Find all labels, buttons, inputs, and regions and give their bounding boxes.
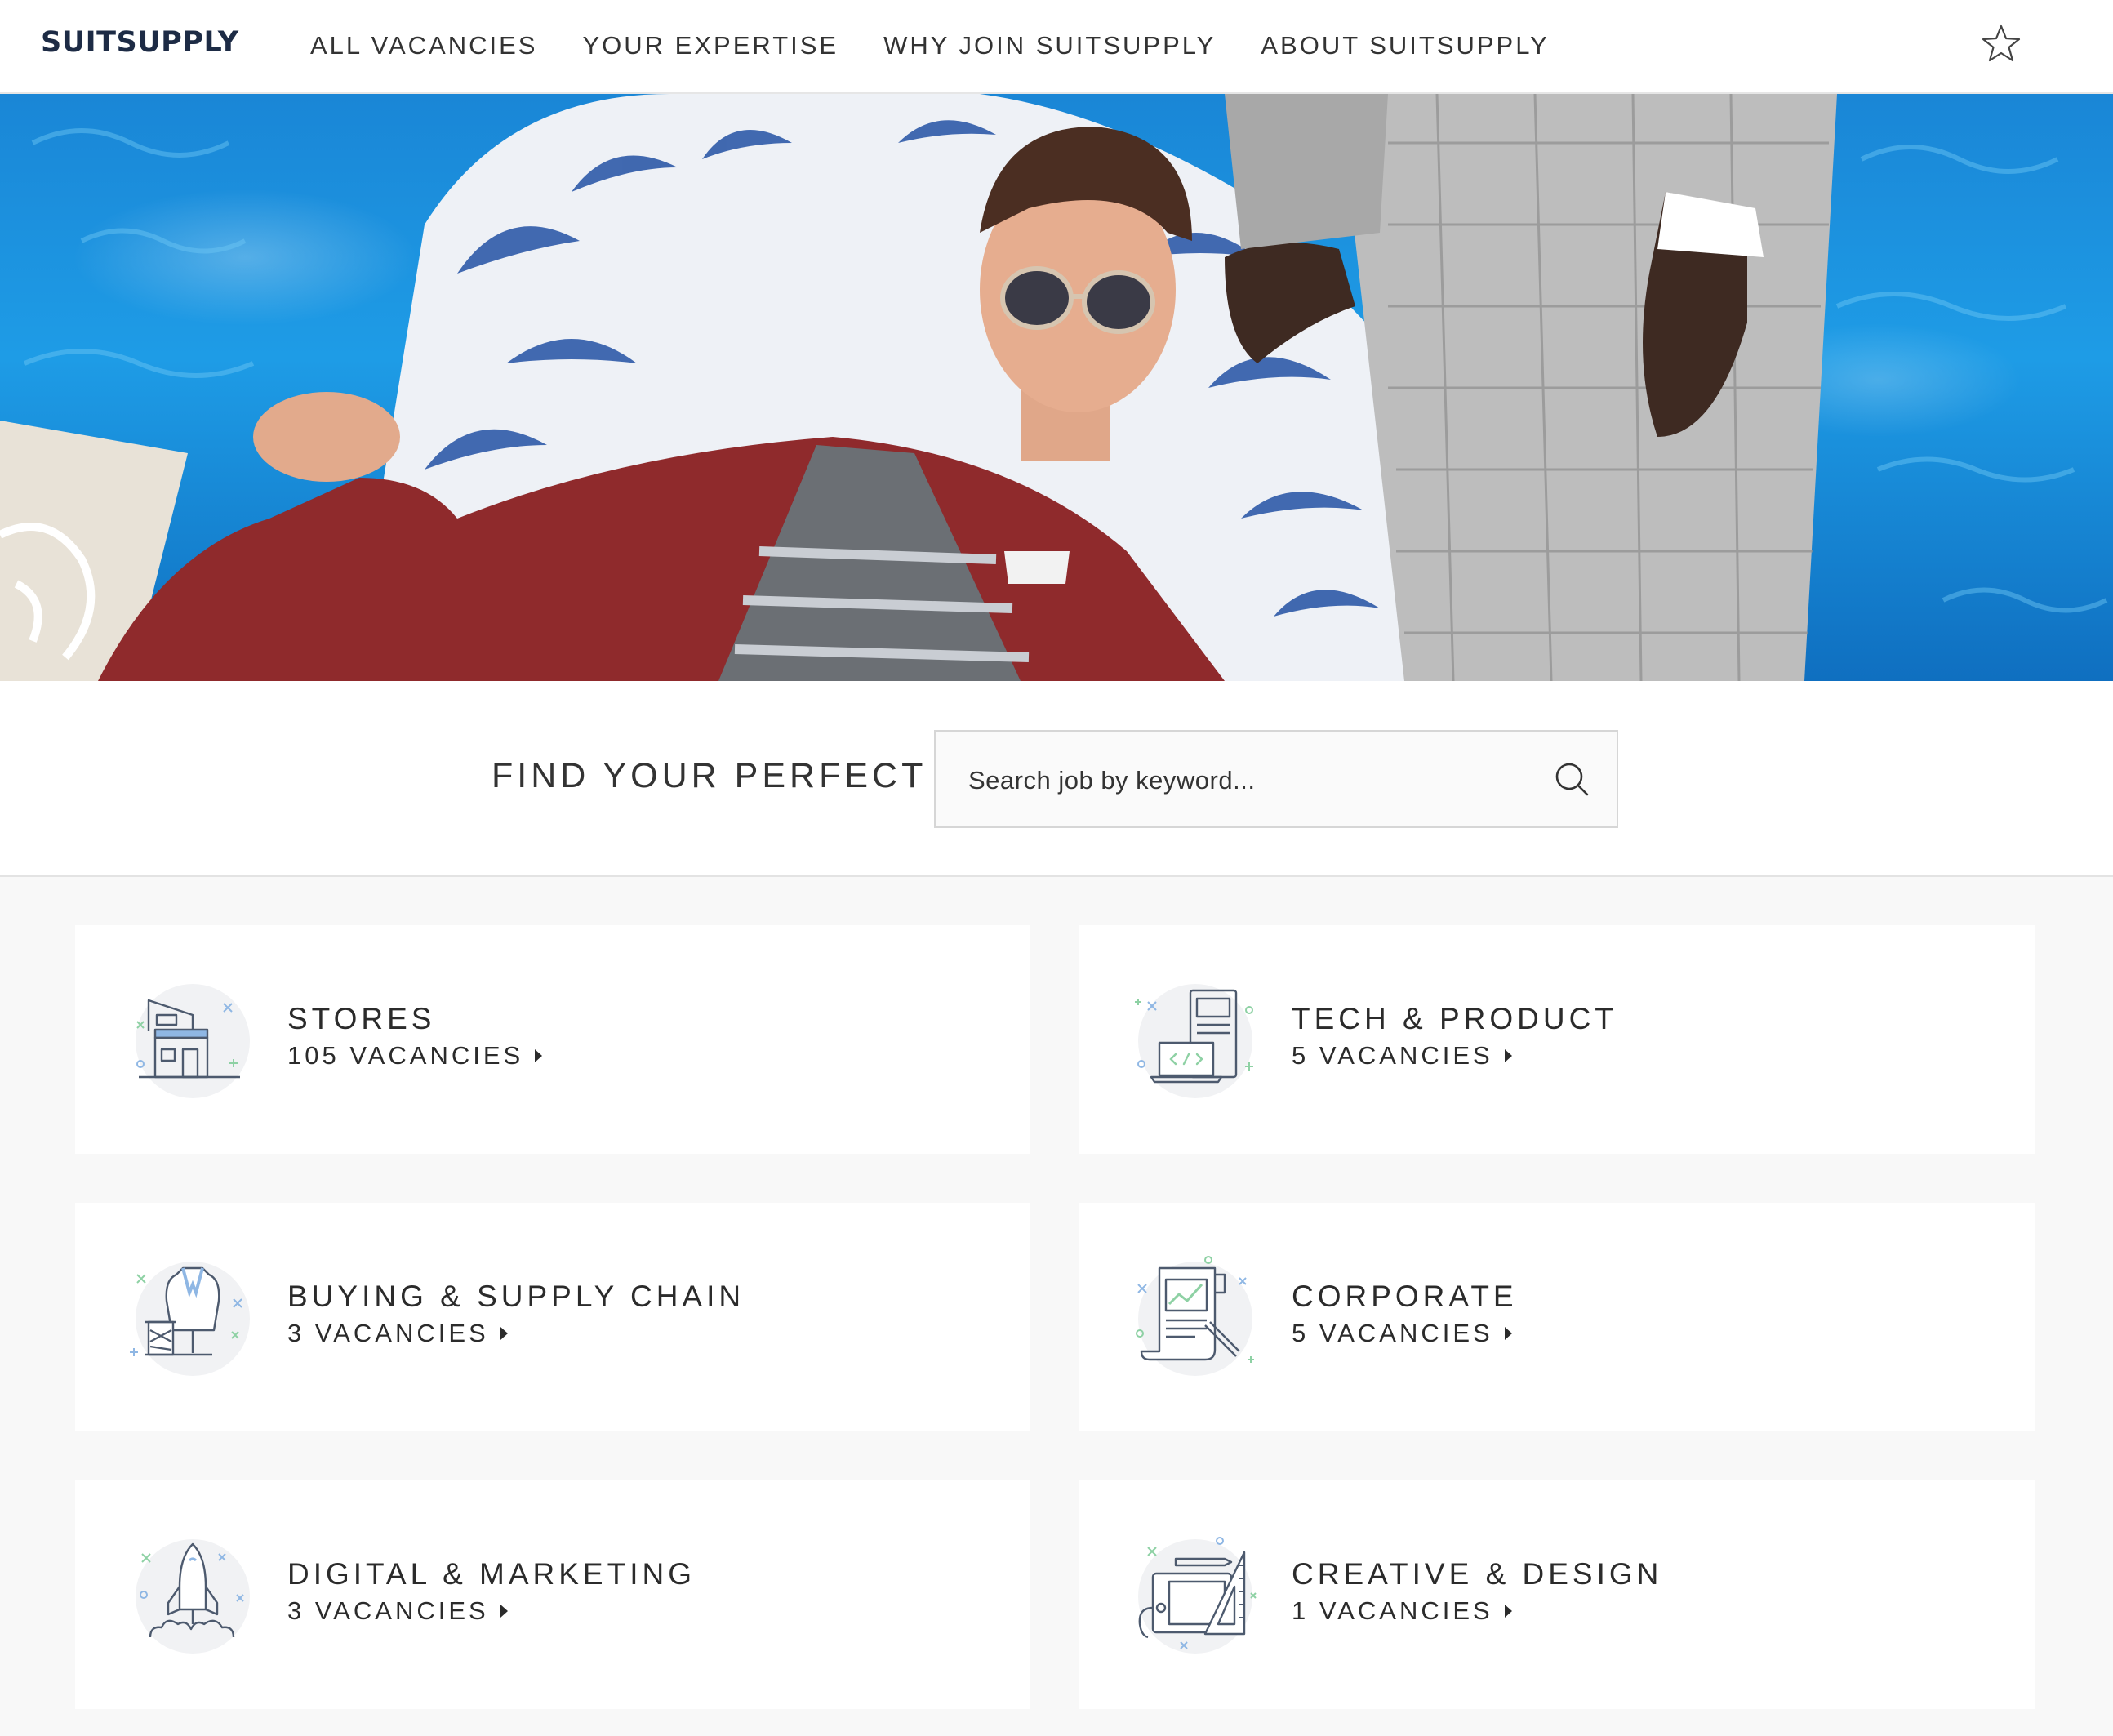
vacancy-count: 5 VACANCIES [1292, 1319, 1493, 1347]
search-icon[interactable] [1551, 759, 1592, 800]
favorites-star-icon[interactable] [1980, 23, 2022, 65]
search-heading: FIND YOUR PERFECT FIT [492, 756, 1005, 795]
drawing-tablet-icon [1130, 1529, 1261, 1660]
caret-right-icon [1504, 1049, 1512, 1062]
category-title: CREATIVE & DESIGN [1292, 1557, 1663, 1591]
nav-all-vacancies[interactable]: ALL VACANCIES [310, 31, 537, 60]
vacancy-count-link[interactable]: 3 VACANCIES [287, 1319, 508, 1348]
caret-right-icon [500, 1327, 508, 1340]
vacancy-count-link[interactable]: 5 VACANCIES [1292, 1319, 1512, 1348]
category-card-tech-product[interactable]: TECH & PRODUCT 5 VACANCIES [1079, 925, 2035, 1154]
vacancy-count: 5 VACANCIES [1292, 1041, 1493, 1070]
main-nav: ALL VACANCIES YOUR EXPERTISE WHY JOIN SU… [310, 31, 1550, 60]
vacancy-count-link[interactable]: 1 VACANCIES [1292, 1596, 1512, 1626]
category-card-corporate[interactable]: CORPORATE 5 VACANCIES [1079, 1203, 2035, 1431]
caret-right-icon [1504, 1327, 1512, 1340]
site-logo[interactable]: SUITSUPPLY [41, 26, 239, 59]
devices-code-icon [1130, 974, 1261, 1105]
nav-about[interactable]: ABOUT SUITSUPPLY [1261, 31, 1550, 60]
caret-right-icon [1504, 1605, 1512, 1618]
category-title: TECH & PRODUCT [1292, 1002, 1617, 1035]
report-chart-icon [1130, 1252, 1261, 1382]
nav-your-expertise[interactable]: YOUR EXPERTISE [582, 31, 839, 60]
category-title: CORPORATE [1292, 1280, 1518, 1313]
vacancy-count: 1 VACANCIES [1292, 1596, 1493, 1625]
caret-right-icon [500, 1605, 508, 1618]
search-section: FIND YOUR PERFECT FIT [0, 681, 2113, 877]
category-card-buying-supply-chain[interactable]: BUYING & SUPPLY CHAIN 3 VACANCIES [75, 1203, 1030, 1431]
store-building-icon [126, 974, 256, 1105]
vacancy-count: 3 VACANCIES [287, 1596, 489, 1625]
hero-banner-image [0, 94, 2113, 681]
caret-right-icon [535, 1049, 543, 1062]
category-card-digital-marketing[interactable]: DIGITAL & MARKETING 3 VACANCIES [75, 1480, 1030, 1709]
site-header: SUITSUPPLY ALL VACANCIES YOUR EXPERTISE … [0, 0, 2113, 94]
category-title: STORES [287, 1002, 436, 1035]
vacancy-count: 3 VACANCIES [287, 1319, 489, 1347]
vacancy-count-link[interactable]: 3 VACANCIES [287, 1596, 508, 1626]
vacancy-count: 105 VACANCIES [287, 1041, 524, 1070]
category-card-creative-design[interactable]: CREATIVE & DESIGN 1 VACANCIES [1079, 1480, 2035, 1709]
search-input[interactable] [967, 756, 1525, 805]
nav-why-join[interactable]: WHY JOIN SUITSUPPLY [883, 31, 1216, 60]
vacancy-count-link[interactable]: 5 VACANCIES [1292, 1041, 1512, 1071]
rocket-icon [126, 1529, 256, 1660]
vacancy-count-link[interactable]: 105 VACANCIES [287, 1041, 543, 1071]
category-title: DIGITAL & MARKETING [287, 1557, 696, 1591]
search-box [934, 730, 1618, 828]
category-card-stores[interactable]: STORES 105 VACANCIES [75, 925, 1030, 1154]
tailor-mannequin-icon [126, 1252, 256, 1382]
category-title: BUYING & SUPPLY CHAIN [287, 1280, 745, 1313]
